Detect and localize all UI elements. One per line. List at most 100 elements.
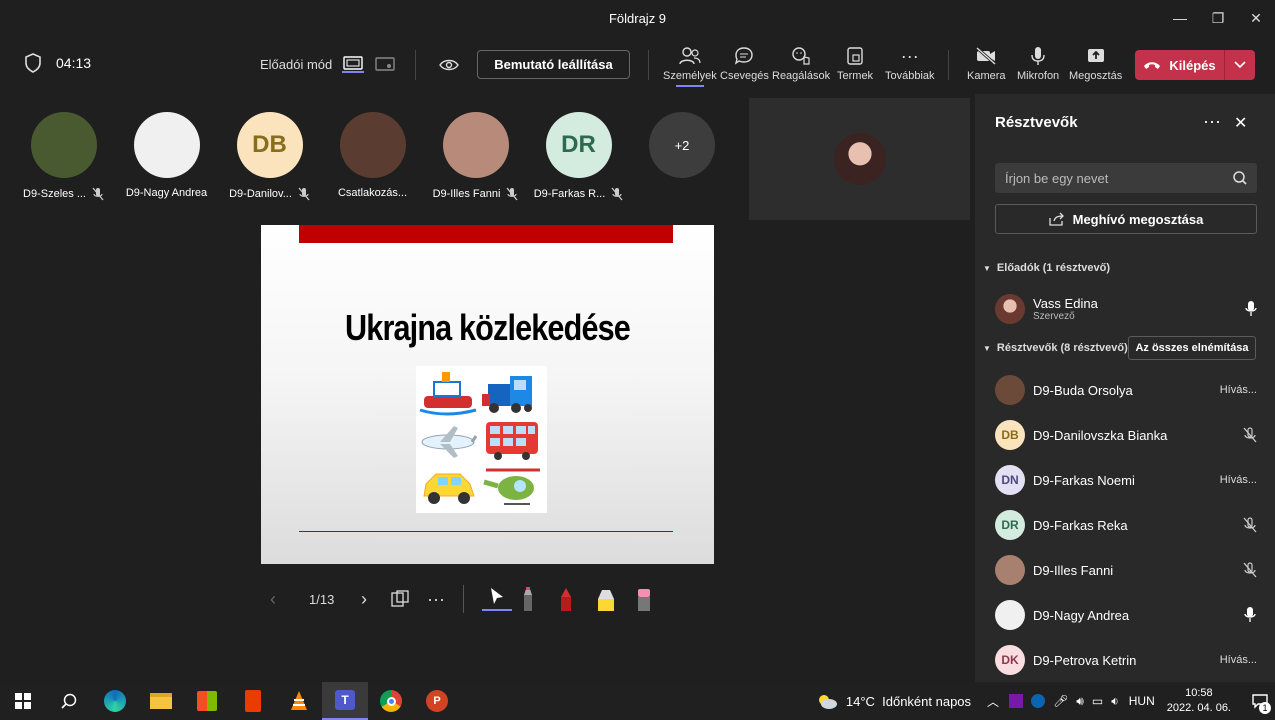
participant-tile[interactable]: D9-Illes Fanni <box>424 112 527 201</box>
reaction-hand-icon <box>792 47 810 65</box>
people-label: Személyek <box>663 70 717 82</box>
participant-name: D9-Nagy Andrea <box>125 187 208 199</box>
avatar <box>995 555 1025 585</box>
avatar <box>442 112 509 178</box>
leave-button[interactable]: Kilépés <box>1135 50 1255 80</box>
eraser-icon[interactable] <box>636 587 652 611</box>
call-status: Hívás... <box>1219 384 1257 396</box>
powerpoint-app[interactable]: P <box>414 682 460 720</box>
participant-row[interactable]: D9-Illes Fanni <box>995 550 1257 590</box>
camera-button[interactable]: Kamera <box>967 46 1006 82</box>
mic-muted-icon <box>1243 427 1257 443</box>
mode-standout-button[interactable] <box>374 55 396 73</box>
store-app[interactable] <box>184 682 230 720</box>
share-invite-button[interactable]: Meghívó megosztása <box>995 204 1257 234</box>
stop-presenting-button[interactable]: Bemutató leállítása <box>477 50 630 79</box>
mic-muted-icon <box>298 187 310 201</box>
onedrive-icon[interactable] <box>1031 694 1046 708</box>
monitor-person-icon <box>375 57 395 71</box>
language-indicator[interactable]: HUN <box>1129 694 1155 708</box>
caret-down-icon: ▼ <box>983 343 991 353</box>
mic-button[interactable]: Mikrofon <box>1017 46 1059 82</box>
people-icon <box>679 47 701 65</box>
close-window-icon[interactable]: ✕ <box>1237 0 1275 36</box>
participant-tile[interactable]: DB D9-Danilov... <box>218 112 321 201</box>
participant-tile[interactable]: D9-Szeles ... <box>12 112 115 201</box>
vlc-app[interactable] <box>276 682 322 720</box>
slide-header-bar <box>299 225 673 243</box>
panel-close-icon[interactable]: ✕ <box>1234 113 1247 133</box>
weather-text[interactable]: 14°C Időnként napos <box>846 694 971 709</box>
separator <box>462 585 464 613</box>
slide-more-icon[interactable]: ··· <box>427 589 445 610</box>
next-slide-icon[interactable]: › <box>361 589 381 610</box>
chat-icon <box>735 47 754 65</box>
reactions-button[interactable]: Reagálások <box>772 46 830 82</box>
store-icon <box>197 691 217 711</box>
overflow-count: +2 <box>649 112 715 178</box>
participant-row[interactable]: DN D9-Farkas Noemi Hívás... <box>995 460 1257 500</box>
volume-icon[interactable]: 🔉︎ <box>1111 694 1119 709</box>
participant-tile[interactable]: DR D9-Farkas R... <box>527 112 630 201</box>
tray-chevron-icon[interactable]: ︿ <box>987 693 999 710</box>
weather-cloud-icon <box>818 695 837 709</box>
tray-speaker-icon[interactable]: 🔊︎ <box>1076 694 1084 709</box>
chat-button[interactable]: Csevegés <box>720 46 769 82</box>
participant-row[interactable]: D9-Buda Orsolya Hívás... <box>995 370 1257 410</box>
overflow-participants[interactable]: +2 <box>649 112 715 178</box>
slide-grid-icon[interactable] <box>391 590 409 608</box>
clock[interactable]: 10:58 2022. 04. 06. <box>1167 686 1231 716</box>
avatar: DB <box>236 112 303 178</box>
maximize-icon[interactable]: ❐ <box>1199 0 1237 36</box>
onenote-icon[interactable] <box>1009 694 1024 708</box>
presenter-video-tile[interactable] <box>749 98 970 220</box>
participant-name: D9-Petrova Ketrin <box>1033 652 1137 668</box>
network-icon[interactable]: ▭ <box>1092 694 1103 708</box>
tray-mic-icon[interactable]: 🎤︎ <box>1053 694 1068 708</box>
prev-slide-icon[interactable]: ‹ <box>270 589 290 610</box>
pen-red-icon[interactable] <box>558 587 574 611</box>
notification-button[interactable]: 1 <box>1245 682 1275 720</box>
explorer-app[interactable] <box>138 682 184 720</box>
monitor-icon <box>343 56 363 70</box>
avatar <box>995 600 1025 630</box>
mute-all-button[interactable]: Az összes elnémítása <box>1128 336 1256 360</box>
leave-options-chevron[interactable] <box>1225 50 1255 80</box>
chrome-app[interactable] <box>368 682 414 720</box>
participant-row[interactable]: DR D9-Farkas Reka <box>995 505 1257 545</box>
more-button[interactable]: ··· Továbbiak <box>885 46 935 82</box>
minimize-icon[interactable]: — <box>1161 0 1199 36</box>
teams-app[interactable]: T <box>322 682 368 720</box>
share-button[interactable]: Megosztás <box>1069 46 1122 82</box>
presenters-section-label: Előadók (1 résztvevő) <box>996 262 1111 274</box>
mic-muted-icon <box>92 187 104 201</box>
pen-gray-icon[interactable] <box>520 587 536 611</box>
start-button[interactable] <box>0 682 46 720</box>
office-app[interactable] <box>230 682 276 720</box>
participant-row[interactable]: D9-Nagy Andrea <box>995 595 1257 635</box>
presenters-section-header[interactable]: ▼ Előadók (1 résztvevő) <box>983 262 1110 274</box>
laser-pointer-tool[interactable] <box>481 587 512 611</box>
highlighter-icon[interactable] <box>596 587 616 611</box>
participant-row[interactable]: DB D9-Danilovszka Bianka <box>995 415 1257 455</box>
mode-content-only-button[interactable] <box>342 55 365 73</box>
call-status: Hívás... <box>1219 654 1257 666</box>
eye-icon[interactable] <box>439 58 459 72</box>
panel-more-icon[interactable]: ··· <box>1203 111 1221 132</box>
participant-tile[interactable]: D9-Nagy Andrea <box>115 112 218 201</box>
rooms-button[interactable]: Termek <box>837 46 873 82</box>
people-button[interactable]: Személyek <box>663 46 717 87</box>
taskbar-search-button[interactable] <box>46 682 92 720</box>
participant-search-input[interactable]: Írjon be egy nevet <box>995 163 1257 193</box>
attendees-section-header[interactable]: ▼ Résztvevők (8 résztvevő) <box>983 342 1128 354</box>
participant-name: D9-Illes Fanni <box>1033 562 1114 578</box>
avatar: DN <box>995 465 1025 495</box>
leave-main[interactable]: Kilépés <box>1135 50 1225 80</box>
participant-tile[interactable]: Csatlakozás... <box>321 112 424 201</box>
teams-icon: T <box>335 690 355 710</box>
edge-app[interactable] <box>92 682 138 720</box>
camera-off-icon <box>976 46 997 66</box>
invite-label: Meghívó megosztása <box>1072 211 1204 227</box>
participant-row-presenter[interactable]: Vass Edina Szervező <box>995 289 1257 329</box>
participant-row[interactable]: DK D9-Petrova Ketrin Hívás... <box>995 640 1257 680</box>
